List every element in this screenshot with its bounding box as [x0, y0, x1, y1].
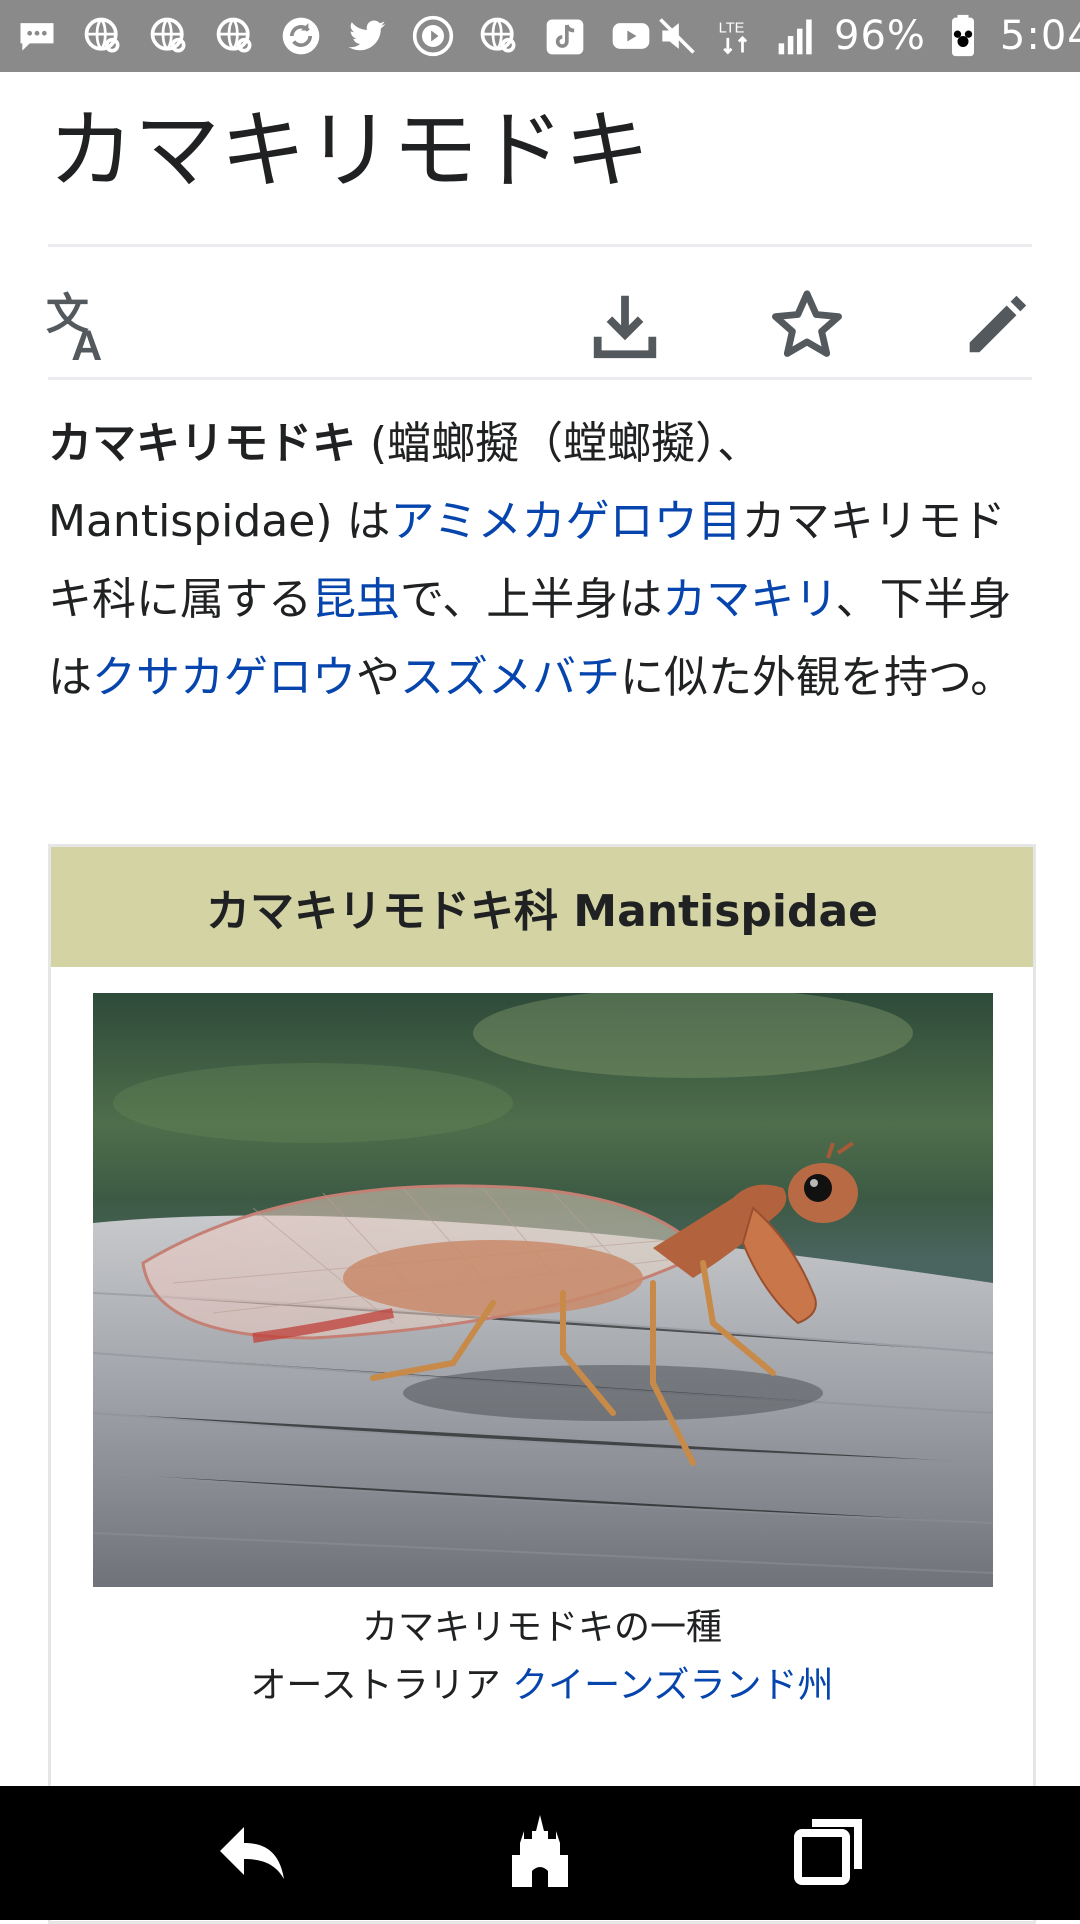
- page-actions-toolbar: 文A: [46, 267, 1034, 387]
- lte-icon: LTE: [714, 13, 760, 59]
- lte-label: LTE: [719, 20, 745, 36]
- intro-paragraph: カマキリモドキ (蟷螂擬（螳螂擬）、Mantispidae) はアミメカゲロウ目…: [48, 405, 1038, 717]
- caption-line-1: カマキリモドキの一種: [361, 1607, 722, 1648]
- battery-percent: 96%: [834, 13, 926, 59]
- sync-icon: [278, 13, 324, 59]
- browser-icon: [146, 13, 192, 59]
- link-lacewing[interactable]: クサカゲロウ: [92, 652, 356, 703]
- back-button[interactable]: [172, 1786, 332, 1920]
- caption-text: オーストラリア: [250, 1665, 513, 1706]
- link-insect[interactable]: 昆虫: [312, 574, 400, 625]
- star-icon: [768, 286, 846, 368]
- message-icon: [14, 13, 60, 59]
- back-icon: [212, 1811, 292, 1895]
- clock: 5:04: [999, 13, 1080, 59]
- status-bar: LTE 96% 5:04: [0, 0, 1080, 72]
- watch-star-button[interactable]: [768, 267, 846, 387]
- edit-icon: [956, 286, 1034, 368]
- home-castle-icon: [500, 1811, 580, 1895]
- edit-button[interactable]: [956, 267, 1034, 387]
- recent-apps-icon: [788, 1811, 868, 1895]
- system-indicators: LTE 96% 5:04: [654, 13, 1080, 59]
- taxobox: カマキリモドキ科 Mantispidae カマキリモドキの一種 オーストラリア …: [48, 844, 1036, 1924]
- tiktok-icon: [542, 13, 588, 59]
- signal-icon: [774, 13, 820, 59]
- text: や: [356, 652, 400, 703]
- language-button[interactable]: 文A: [44, 267, 122, 387]
- bold-term: カマキリモドキ: [48, 418, 356, 469]
- twitter-icon: [344, 13, 390, 59]
- link-mantis[interactable]: カマキリ: [662, 574, 835, 625]
- language-icon: 文A: [44, 286, 122, 370]
- divider: [48, 377, 1032, 380]
- notification-icons: [14, 13, 654, 59]
- species-photo[interactable]: [93, 993, 993, 1587]
- browser-icon: [476, 13, 522, 59]
- page-title: カマキリモドキ: [48, 101, 650, 201]
- svg-text:A: A: [71, 322, 102, 364]
- mute-icon: [654, 13, 700, 59]
- download-icon: [586, 286, 664, 368]
- caption-line-2: オーストラリア クイーンズランド州: [51, 1657, 1033, 1715]
- battery-icon: [940, 13, 986, 59]
- navigation-bar: [0, 1786, 1080, 1920]
- taxobox-header: カマキリモドキ科 Mantispidae: [51, 847, 1033, 967]
- mantispid-photo: [93, 993, 993, 1587]
- youtube-icon: [608, 13, 654, 59]
- link-queensland[interactable]: クイーンズランド州: [512, 1665, 833, 1706]
- browser-icon: [212, 13, 258, 59]
- browser-icon: [80, 13, 126, 59]
- replay-icon: [410, 13, 456, 59]
- recent-apps-button[interactable]: [748, 1786, 908, 1920]
- link-order[interactable]: アミメカゲロウ目: [390, 496, 741, 547]
- divider: [48, 244, 1032, 247]
- text: で、上半身は: [400, 574, 663, 625]
- download-button[interactable]: [586, 267, 664, 387]
- home-button[interactable]: [460, 1786, 620, 1920]
- text: に似た外観を持つ。: [620, 652, 1015, 703]
- link-hornet[interactable]: スズメバチ: [400, 652, 620, 703]
- photo-caption: カマキリモドキの一種 オーストラリア クイーンズランド州: [51, 1599, 1033, 1715]
